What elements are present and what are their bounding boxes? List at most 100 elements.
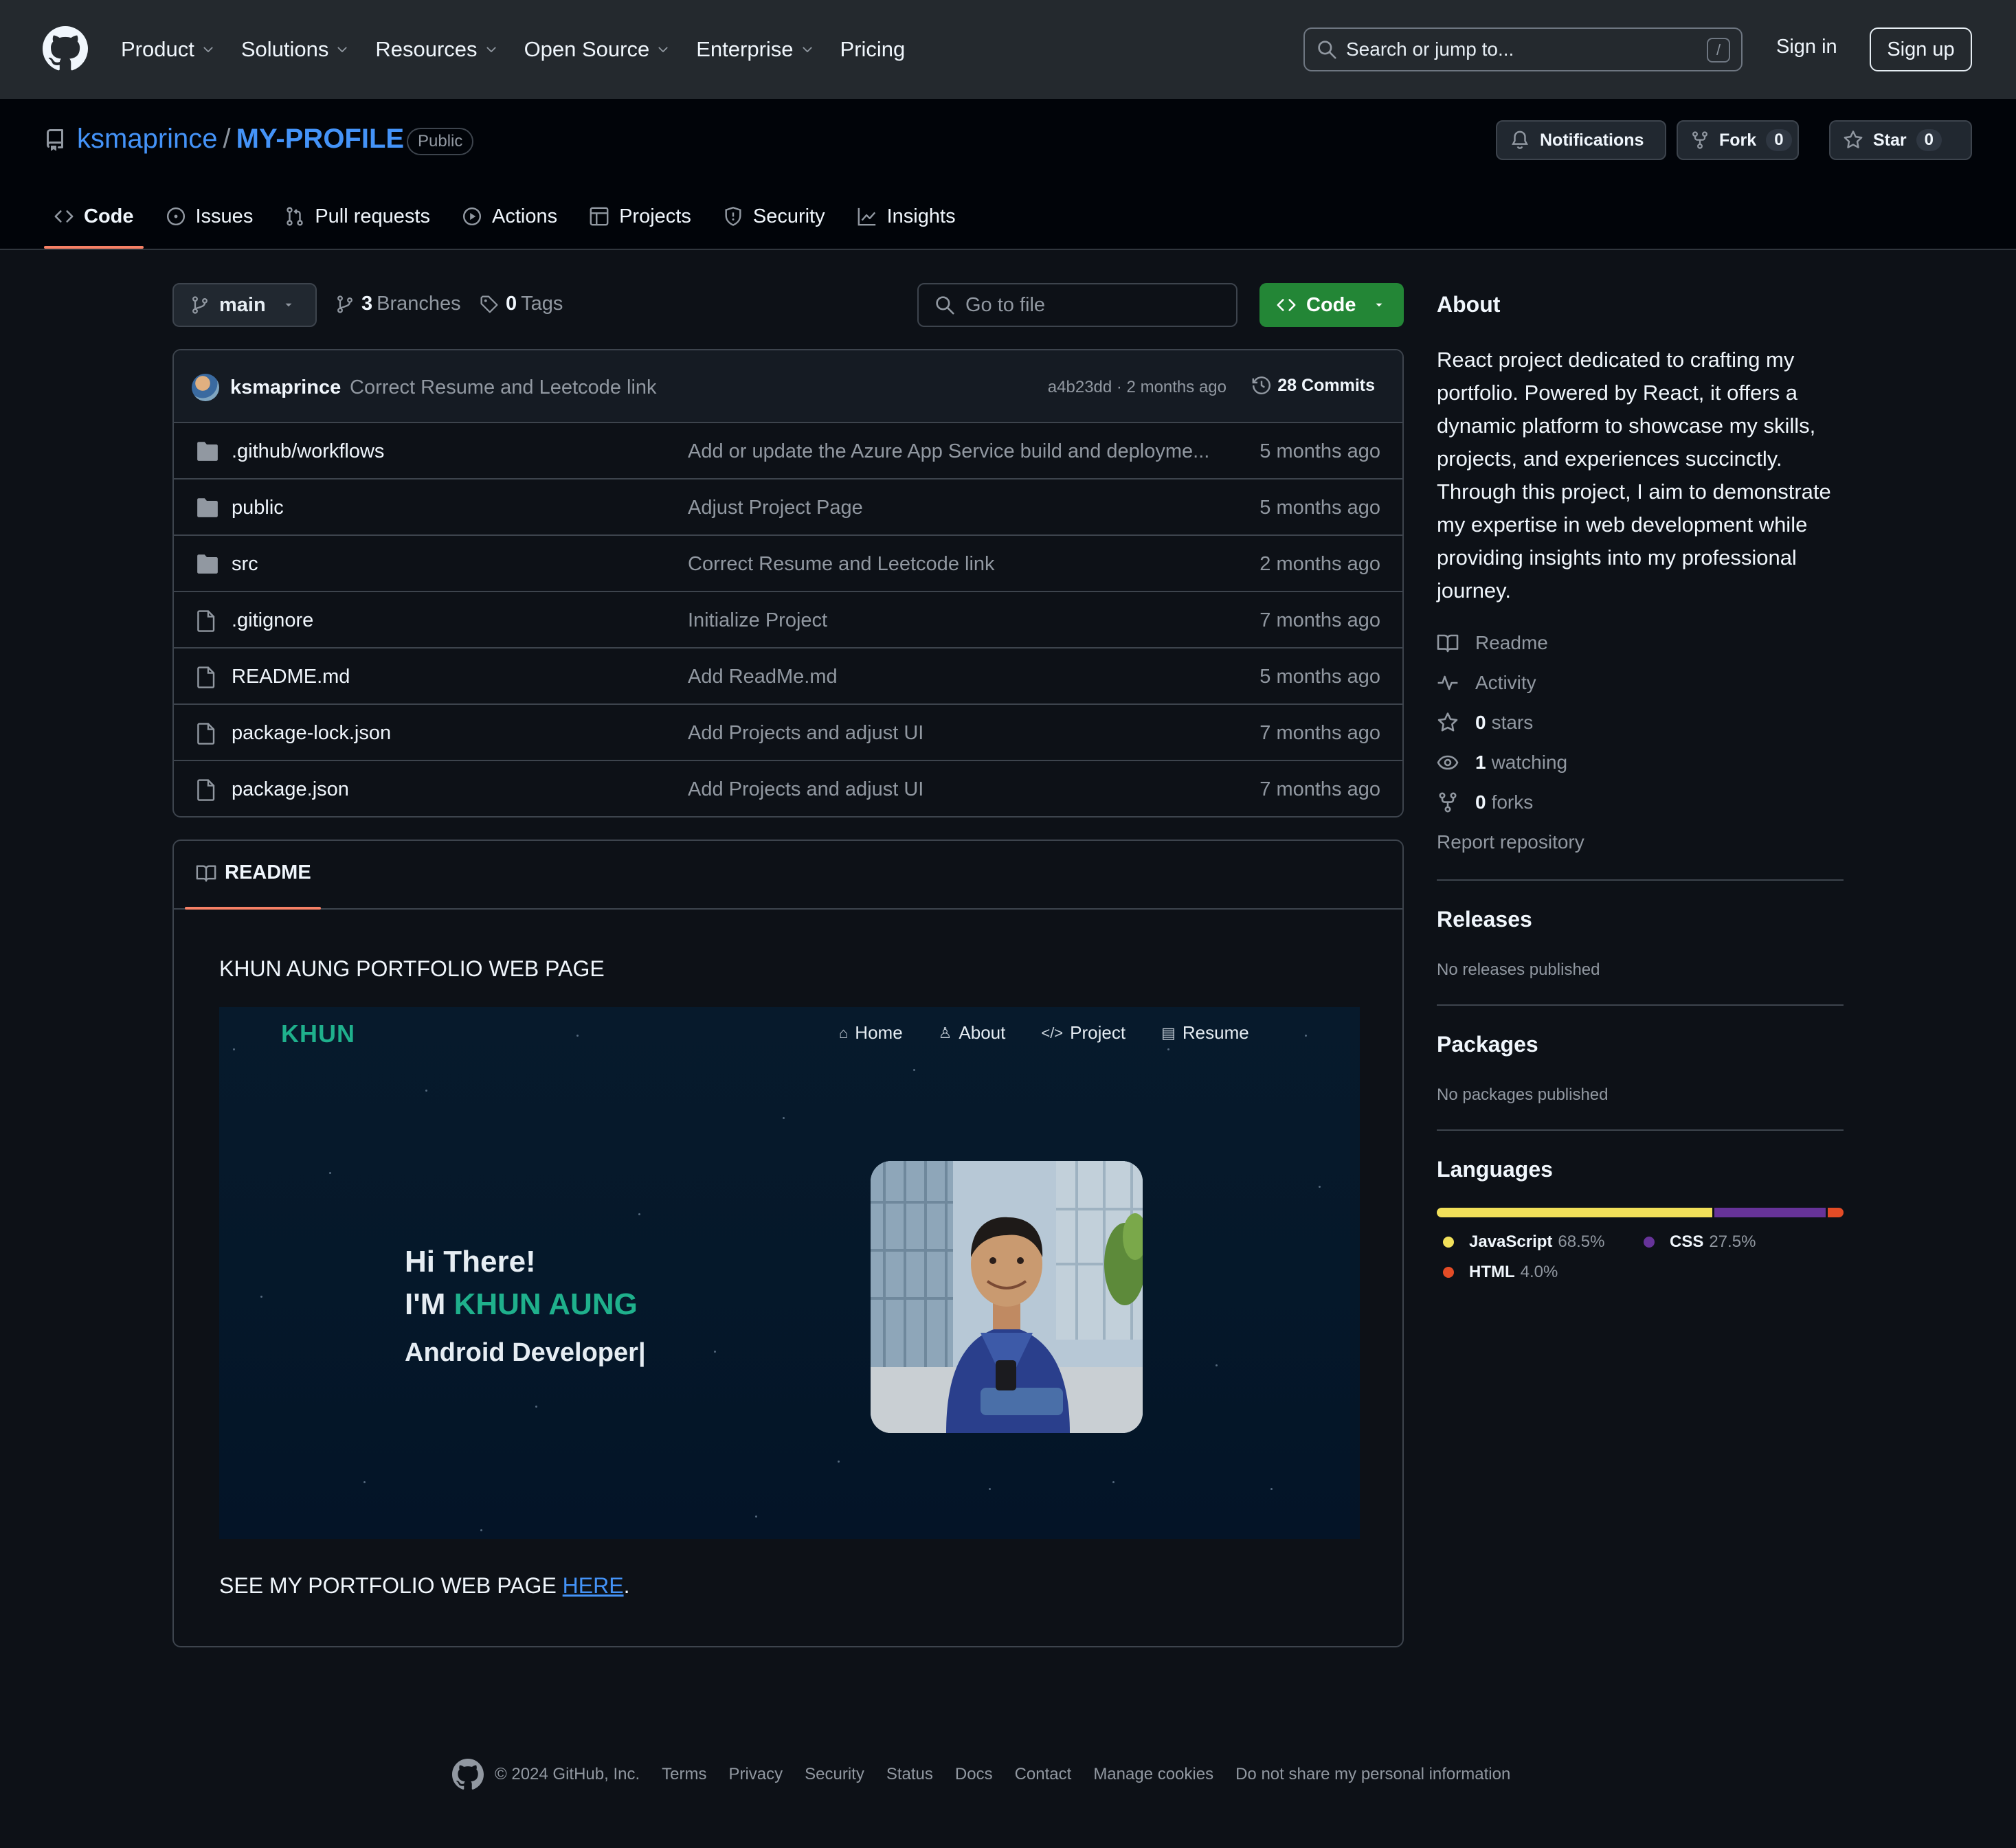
readme-tab[interactable]: README <box>196 861 311 884</box>
file-name-link[interactable]: package.json <box>232 778 349 801</box>
commit-hash-time[interactable]: a4b23dd · 2 months ago <box>1048 378 1227 397</box>
file-commit-age: 2 months ago <box>1259 553 1380 575</box>
file-commit-message-link[interactable]: Adjust Project Page <box>688 497 1210 519</box>
footer-copyright: © 2024 GitHub, Inc. <box>495 1765 640 1783</box>
file-name-link[interactable]: src <box>232 553 258 576</box>
commit-message-link[interactable]: Correct Resume and Leetcode link <box>350 376 657 399</box>
forks-link[interactable]: 0 forks <box>1437 791 1533 813</box>
avatar[interactable] <box>192 374 219 401</box>
table-row[interactable]: package.json Add Projects and adjust UI 7 … <box>174 761 1402 816</box>
nav-item-pricing[interactable]: Pricing <box>840 37 906 62</box>
nav-item-resources[interactable]: Resources <box>375 37 497 62</box>
code-download-button[interactable]: Code <box>1259 283 1404 327</box>
branches-link[interactable]: 3 Branches <box>335 293 461 315</box>
star-button[interactable]: Star 0 <box>1829 120 1972 160</box>
portfolio-link[interactable]: HERE <box>563 1573 624 1598</box>
report-repository-link[interactable]: Report repository <box>1437 831 1584 853</box>
nav-item-label: Open Source <box>524 37 650 61</box>
nav-item-solutions[interactable]: Solutions <box>241 37 350 62</box>
releases-heading[interactable]: Releases <box>1437 907 1532 932</box>
nav-item-product[interactable]: Product <box>121 37 215 62</box>
tab-projects[interactable]: Projects <box>579 192 701 240</box>
footer-link-security[interactable]: Security <box>805 1765 864 1784</box>
star-dot <box>638 1213 640 1215</box>
notifications-button[interactable]: Notifications <box>1496 120 1666 160</box>
file-commit-message-link[interactable]: Correct Resume and Leetcode link <box>688 553 1210 576</box>
nav-item-enterprise[interactable]: Enterprise <box>696 37 814 62</box>
footer-link-privacy[interactable]: Privacy <box>728 1765 783 1784</box>
tags-link[interactable]: 0 Tags <box>480 293 563 315</box>
triangle-down-icon <box>282 299 295 311</box>
github-logo-icon[interactable] <box>43 26 88 71</box>
footer-link-contact[interactable]: Contact <box>1015 1765 1072 1784</box>
chevron-down-icon <box>201 43 215 56</box>
tab-insights[interactable]: Insights <box>847 192 965 240</box>
file-name-link[interactable]: README.md <box>232 666 350 688</box>
table-row[interactable]: .github/workflows Add or update the Azure… <box>174 423 1402 480</box>
footer-link-docs[interactable]: Docs <box>955 1765 993 1784</box>
tab-pull-requests[interactable]: Pull requests <box>275 192 440 240</box>
file-icon <box>196 666 216 688</box>
table-row[interactable]: README.md Add ReadMe.md 5 months ago <box>174 649 1402 705</box>
tab-actions[interactable]: Actions <box>452 192 567 240</box>
star-dot <box>425 1090 427 1092</box>
table-row[interactable]: .gitignore Initialize Project 7 months ago <box>174 592 1402 649</box>
table-row[interactable]: package-lock.json Add Projects and adjust… <box>174 705 1402 761</box>
file-commit-message-link[interactable]: Add ReadMe.md <box>688 666 1210 688</box>
footer-link-do-not-share-my-personal-information[interactable]: Do not share my personal information <box>1235 1765 1510 1784</box>
file-name-link[interactable]: public <box>232 497 284 519</box>
graph-icon <box>857 206 887 227</box>
star-dot <box>480 1529 482 1531</box>
table-row[interactable]: public Adjust Project Page 5 months ago <box>174 480 1402 536</box>
sign-up-button[interactable]: Sign up <box>1870 27 1972 71</box>
pulse-icon <box>1437 672 1475 694</box>
code-icon <box>54 206 84 227</box>
packages-heading[interactable]: Packages <box>1437 1032 1538 1057</box>
global-nav: Product Solutions Resources Open Source Ente… <box>121 30 931 69</box>
table-row[interactable]: src Correct Resume and Leetcode link 2 mon… <box>174 536 1402 592</box>
readme-link[interactable]: Readme <box>1437 632 1548 654</box>
sign-in-link[interactable]: Sign in <box>1776 36 1837 58</box>
footer-link-terms[interactable]: Terms <box>662 1765 706 1784</box>
nav-item-label: Resources <box>375 37 478 61</box>
branch-select-button[interactable]: main <box>172 283 317 327</box>
commit-author-link[interactable]: ksmaprince <box>230 376 341 399</box>
folder-icon <box>196 441 219 462</box>
nav-item-open-source[interactable]: Open Source <box>524 37 671 62</box>
preview-nav-about: ♙ About <box>938 1022 1006 1043</box>
file-name-link[interactable]: .gitignore <box>232 609 313 632</box>
fork-button[interactable]: Fork 0 <box>1677 120 1799 160</box>
branches-label: Branches <box>377 293 461 315</box>
file-commit-message-link[interactable]: Initialize Project <box>688 609 1210 632</box>
watchers-link[interactable]: 1 watching <box>1437 752 1567 774</box>
language-item-css[interactable]: CSS 27.5% <box>1644 1232 1756 1252</box>
language-item-html[interactable]: HTML 4.0% <box>1443 1263 1558 1282</box>
packages-empty-text: No packages published <box>1437 1085 1609 1104</box>
language-bar-segment <box>1437 1208 1713 1217</box>
repo-owner-link[interactable]: ksmaprince <box>77 124 218 155</box>
readme-header: README <box>174 841 1402 910</box>
repo-name-link[interactable]: MY-PROFILE <box>236 124 404 155</box>
commits-link[interactable]: 28 Commits <box>1251 375 1375 396</box>
tab-issues[interactable]: Issues <box>156 192 263 240</box>
stars-link[interactable]: 0 stars <box>1437 712 1533 734</box>
file-name-link[interactable]: package-lock.json <box>232 722 391 745</box>
github-mark-icon[interactable] <box>452 1759 484 1790</box>
file-name-link[interactable]: .github/workflows <box>232 440 384 463</box>
footer-link-status[interactable]: Status <box>886 1765 933 1784</box>
repo-title: ksmaprince / MY-PROFILE <box>77 124 404 155</box>
preview-nav-home: ⌂ Home <box>839 1022 903 1043</box>
search-input[interactable]: Search or jump to... / <box>1303 27 1743 71</box>
language-item-javascript[interactable]: JavaScript 68.5% <box>1443 1232 1604 1252</box>
file-commit-message-link[interactable]: Add Projects and adjust UI <box>688 778 1210 801</box>
user-icon: ♙ <box>938 1024 952 1041</box>
go-to-file-input[interactable]: Go to file <box>917 283 1237 327</box>
file-commit-message-link[interactable]: Add or update the Azure App Service buil… <box>688 440 1210 463</box>
tab-security[interactable]: Security <box>713 192 835 240</box>
tab-code[interactable]: Code <box>44 192 144 249</box>
file-commit-message-link[interactable]: Add Projects and adjust UI <box>688 722 1210 745</box>
code-icon: </> <box>1041 1024 1064 1041</box>
footer-link-manage-cookies[interactable]: Manage cookies <box>1093 1765 1213 1784</box>
activity-link[interactable]: Activity <box>1437 672 1536 694</box>
about-heading: About <box>1437 292 1501 317</box>
